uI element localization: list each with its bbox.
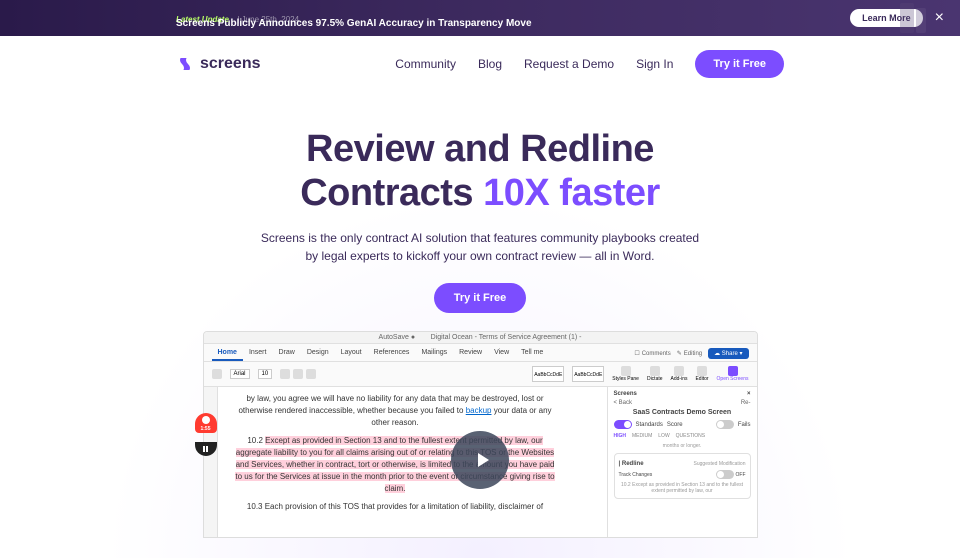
editing-button[interactable]: ✎ Editing — [677, 350, 702, 357]
main-nav: Community Blog Request a Demo Sign In Tr… — [395, 50, 784, 78]
word-titlebar: AutoSave ● Digital Ocean - Terms of Serv… — [204, 332, 757, 344]
recording-time: 1:55 — [200, 426, 210, 432]
tab-draw[interactable]: Draw — [272, 346, 300, 361]
font-selector[interactable]: Arial — [230, 369, 250, 379]
sidepanel-title: SaaS Contracts Demo Screen — [614, 409, 751, 416]
tab-review[interactable]: Review — [453, 346, 488, 361]
hero-subtitle: Screens is the only contract AI solution… — [260, 229, 700, 265]
open-screens-icon[interactable] — [728, 366, 738, 376]
screens-sidepanel: Screens × < Back Re- SaaS Contracts Demo… — [607, 387, 757, 537]
bold-icon[interactable] — [280, 369, 290, 379]
comments-button[interactable]: ☐ Comments — [634, 350, 670, 357]
tab-view[interactable]: View — [488, 346, 515, 361]
demo-video: 1:55 AutoSave ● Digital Ocean - Terms of… — [203, 331, 758, 538]
track-changes-toggle[interactable] — [716, 470, 734, 479]
recording-badge: 1:55 — [195, 413, 217, 433]
tab-layout[interactable]: Layout — [335, 346, 368, 361]
banner-headline: Screens Publicly Announces 97.5% GenAI A… — [176, 18, 532, 29]
addins-icon[interactable] — [674, 366, 684, 376]
dictate-icon[interactable] — [650, 366, 660, 376]
tab-mailings[interactable]: Mailings — [415, 346, 453, 361]
pause-icon — [203, 446, 209, 452]
nav-blog[interactable]: Blog — [478, 57, 502, 71]
fails-toggle[interactable] — [716, 420, 734, 429]
tab-medium[interactable]: MEDIUM — [632, 433, 652, 439]
tab-high[interactable]: HIGH — [614, 433, 627, 439]
redline-card[interactable]: | Redline Suggested Modification Track C… — [614, 453, 751, 499]
style-normal[interactable]: AaBbCcDdE — [532, 366, 564, 382]
document-content[interactable]: by law, you agree we will have no liabil… — [218, 387, 607, 537]
tab-tellme[interactable]: Tell me — [515, 346, 549, 361]
nav-community[interactable]: Community — [395, 57, 456, 71]
standards-toggle[interactable] — [614, 420, 632, 429]
paste-icon[interactable] — [212, 369, 222, 379]
tab-low[interactable]: LOW — [658, 433, 669, 439]
tab-insert[interactable]: Insert — [243, 346, 273, 361]
tab-home[interactable]: Home — [212, 346, 243, 361]
site-header: screens Community Blog Request a Demo Si… — [0, 36, 960, 92]
nav-request-demo[interactable]: Request a Demo — [524, 57, 614, 71]
sidepanel-brand: Screens — [614, 391, 637, 397]
word-ribbon: Arial 10 AaBbCcDdE AaBbCcDdE Styles Pane… — [204, 362, 757, 387]
style-nospacing[interactable]: AaBbCcDdE — [572, 366, 604, 382]
hero-cta-button[interactable]: Try it Free — [434, 283, 527, 313]
back-button[interactable]: < Back — [614, 400, 633, 406]
close-icon[interactable]: × — [935, 9, 944, 27]
nav-sign-in[interactable]: Sign In — [636, 57, 673, 71]
underline-icon[interactable] — [306, 369, 316, 379]
priority-tabs: HIGH MEDIUM LOW QUESTIONS — [614, 433, 751, 439]
styles-pane-icon[interactable] — [621, 366, 631, 376]
logo-icon — [176, 55, 194, 73]
tab-design[interactable]: Design — [301, 346, 335, 361]
play-button[interactable] — [451, 431, 509, 489]
try-free-button[interactable]: Try it Free — [695, 50, 784, 78]
backup-link[interactable]: backup — [466, 406, 492, 415]
hero-section: Review and Redline Contracts 10X faster … — [0, 92, 960, 558]
logo-text: screens — [200, 55, 261, 73]
font-size-selector[interactable]: 10 — [258, 369, 273, 379]
hero-title: Review and Redline Contracts 10X faster — [20, 128, 940, 215]
tab-questions[interactable]: QUESTIONS — [676, 433, 705, 439]
logo[interactable]: screens — [176, 55, 261, 73]
reload-button[interactable]: Re- — [741, 400, 751, 406]
tab-references[interactable]: References — [368, 346, 416, 361]
announcement-banner: Latest Update | June 25th, 2024 Screens … — [0, 0, 960, 36]
banner-decoration — [850, 0, 930, 36]
sidepanel-close-icon[interactable]: × — [747, 391, 751, 397]
share-button[interactable]: ☁ Share ▾ — [708, 348, 748, 359]
ruler — [204, 387, 218, 537]
play-icon — [470, 448, 494, 472]
word-ribbon-tabs: Home Insert Draw Design Layout Reference… — [204, 344, 757, 362]
editor-icon[interactable] — [697, 366, 707, 376]
italic-icon[interactable] — [293, 369, 303, 379]
record-icon — [202, 416, 210, 424]
